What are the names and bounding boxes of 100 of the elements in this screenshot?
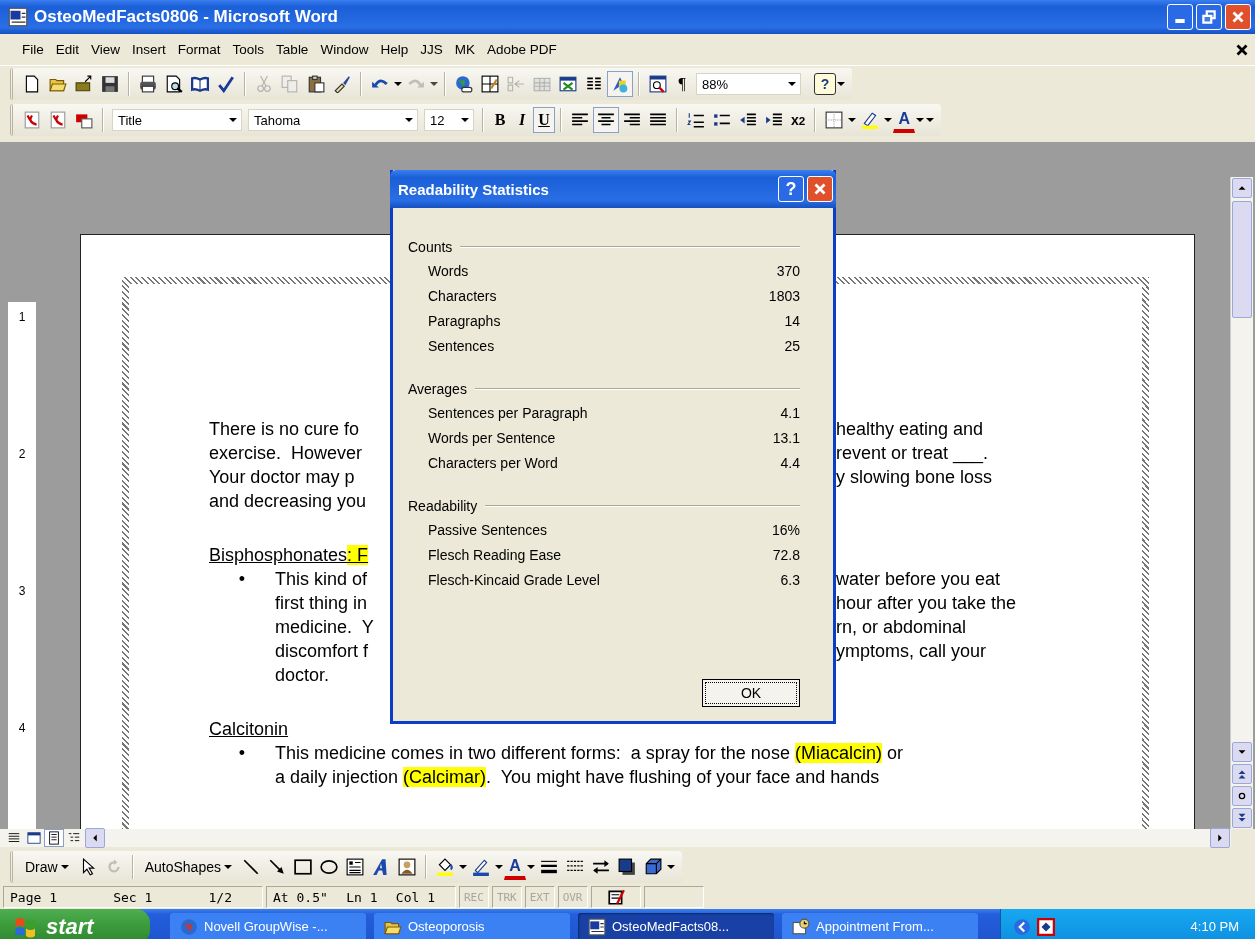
arrow-style-icon[interactable] (591, 858, 610, 876)
shadow-icon[interactable] (617, 858, 636, 876)
caret-icon[interactable] (394, 82, 402, 86)
stat-value: 6.3 (780, 571, 800, 588)
numbered-list-icon[interactable] (687, 111, 705, 129)
document-icon (588, 917, 606, 936)
text-box-icon[interactable] (345, 858, 364, 876)
caret-icon[interactable] (837, 82, 845, 86)
menu-item[interactable]: Adobe PDF (480, 39, 563, 60)
pen-icon[interactable] (471, 858, 490, 876)
taskbar-button[interactable]: OsteoMedFacts08... (578, 912, 774, 939)
web-view-icon[interactable] (27, 831, 41, 845)
oval-icon[interactable] (319, 858, 338, 876)
mail-document-icon[interactable] (75, 111, 93, 129)
help-button[interactable]: ? (778, 176, 804, 202)
start-button[interactable]: start (0, 909, 150, 939)
font-color-button[interactable]: A (893, 107, 916, 133)
menu-item[interactable]: Edit (49, 39, 86, 60)
caret-icon[interactable] (526, 865, 535, 869)
caret-icon[interactable] (494, 865, 503, 869)
status-text: 1/2 (208, 889, 232, 905)
caret-icon (223, 865, 232, 869)
normal-view-icon[interactable] (7, 831, 21, 845)
caret-icon[interactable] (884, 118, 893, 122)
bold-button[interactable]: B (489, 107, 511, 133)
help-button[interactable]: ? (814, 73, 836, 95)
style-dropdown[interactable]: Title (112, 109, 242, 131)
document-text: y slowing bone loss (836, 466, 993, 488)
caret-icon[interactable] (848, 118, 857, 122)
autoshapes-menu[interactable]: AutoShapes (144, 859, 221, 875)
printer-icon[interactable] (139, 75, 157, 93)
border-icon[interactable] (825, 111, 844, 129)
print-preview-icon[interactable] (165, 75, 183, 93)
menu-item[interactable]: Tools (226, 39, 271, 60)
status-text: Sec 1 (113, 889, 153, 905)
line-style-icon[interactable] (539, 858, 558, 876)
menu-item[interactable]: JJS (414, 39, 449, 60)
globe-icon (180, 917, 198, 936)
fill-bucket-icon[interactable] (435, 858, 454, 876)
document-map-icon[interactable] (649, 75, 667, 93)
font-color-button[interactable]: A (503, 854, 526, 880)
menu-item[interactable]: Insert (126, 39, 172, 60)
scrollbar-thumb[interactable] (1232, 201, 1252, 318)
font-dropdown[interactable]: Tahoma (248, 109, 418, 131)
print-view-icon[interactable] (47, 831, 61, 845)
ok-button[interactable]: OK (702, 679, 800, 707)
stat-label: Paragraphs (428, 312, 501, 329)
globe-icon[interactable] (455, 75, 473, 93)
table-pencil-icon[interactable] (481, 75, 499, 93)
menu-item[interactable]: Format (171, 39, 227, 60)
italic-button[interactable]: I (511, 107, 533, 133)
paintbrush-icon[interactable] (333, 75, 351, 93)
folder-arrow-icon[interactable] (75, 75, 93, 93)
caret-icon[interactable] (430, 82, 438, 86)
3d-box-icon[interactable] (643, 858, 662, 876)
document-text: This kind of (275, 568, 368, 589)
taskbar-button[interactable]: Novell GroupWise -... (170, 912, 366, 939)
caret-icon[interactable] (458, 865, 467, 869)
document-icon[interactable] (49, 111, 67, 129)
wordart-icon[interactable] (371, 858, 390, 876)
chevron-icon[interactable] (1013, 917, 1031, 936)
taskbar-button[interactable]: Appointment From... (782, 912, 978, 939)
caret-icon[interactable] (666, 865, 675, 869)
menu-item[interactable]: View (85, 39, 127, 60)
new-document-icon[interactable] (23, 75, 41, 93)
underline-button[interactable]: U (533, 107, 555, 133)
stat-value: 13.1 (772, 429, 800, 446)
restore-button[interactable] (1196, 4, 1222, 30)
document-icon[interactable] (23, 111, 41, 129)
clip-art-icon[interactable] (397, 858, 416, 876)
shapes-icon[interactable] (611, 75, 629, 93)
document-text: rn, or abdominal (836, 616, 967, 638)
stat-value: 4.1 (780, 404, 800, 421)
arrow-icon[interactable] (267, 858, 286, 876)
line-icon[interactable] (241, 858, 260, 876)
bulleted-list-icon[interactable] (713, 111, 731, 129)
spreadsheet-icon[interactable] (559, 75, 577, 93)
close-button[interactable] (1225, 4, 1251, 30)
paste-icon[interactable] (307, 75, 325, 93)
menu-item[interactable]: Window (314, 39, 375, 60)
bullet: • (238, 742, 246, 764)
pilcrow-button[interactable]: ¶ (671, 71, 693, 97)
stat-value: 4.4 (780, 454, 800, 471)
group-label: Averages (408, 381, 467, 397)
taskbar-button[interactable]: Osteoporosis (374, 912, 570, 939)
minimize-button[interactable] (1167, 4, 1193, 30)
save-icon[interactable] (101, 75, 119, 93)
draw-menu[interactable]: Draw (25, 859, 58, 875)
menu-item[interactable]: Help (374, 39, 415, 60)
tray-icon[interactable] (1037, 917, 1055, 936)
menu-item[interactable]: MK (448, 39, 481, 60)
size-dropdown[interactable]: 12 (424, 109, 474, 131)
menu-item[interactable]: File (16, 39, 50, 60)
close-button[interactable] (807, 176, 833, 202)
highlighter-icon[interactable] (861, 111, 880, 129)
zoom-dropdown[interactable]: 88% (696, 73, 801, 95)
spelling-icon[interactable] (217, 75, 235, 93)
rectangle-icon[interactable] (293, 858, 312, 876)
document-text: This medicine comes in two different forms: a spray for the nose (Miacalcin) or (275, 742, 903, 764)
menu-item[interactable]: Table (270, 39, 315, 60)
